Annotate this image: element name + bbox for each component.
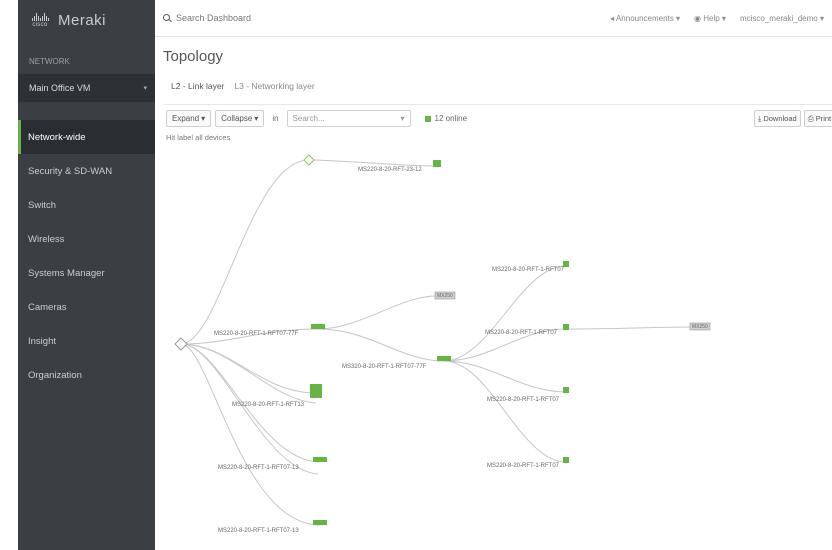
switch-node-icon[interactable] [313,457,327,462]
node-label: MS220-8-20-RFT-1-RFT13 [232,402,305,408]
page-title: Topology [163,48,224,65]
nav-item-switch[interactable]: Switch [18,188,155,222]
nav-item-security-sd-wan[interactable]: Security & SD-WAN [18,154,155,188]
online-status: 12 online [424,114,468,123]
in-label: in [272,114,279,123]
device-search-placeholder: Search... [292,114,325,123]
topology-caption: Hit label all devices [166,133,231,142]
main-nav: Network-wide Security & SD-WAN Switch Wi… [18,120,155,392]
cisco-logo-icon: cisco [28,11,52,29]
tab-l3-networking-layer[interactable]: L3 - Networking layer [234,81,314,91]
switch-node-icon[interactable] [563,387,569,393]
node-label: MS320-8-20-RFT-1-RFT07-77F [342,364,427,370]
print-button[interactable]: ⎙ Print [803,110,832,127]
nav-item-systems-manager[interactable]: Systems Manager [18,256,155,290]
help-icon: ◉ [694,13,704,23]
link [308,159,438,167]
node-label: MS220-8-20-RFT-1-RFT07-13 [218,465,299,471]
layer-tabs: L2 - Link layer L3 - Networking layer [171,81,315,91]
download-icon: ⤓ [758,113,762,123]
link [317,295,437,330]
switch-node-icon[interactable] [313,520,327,525]
link [443,265,567,362]
expand-button[interactable]: Expand ▾ [166,110,212,127]
link [565,326,701,330]
cloud-node-icon[interactable] [303,154,315,166]
download-button[interactable]: ⤓ Download [754,110,801,127]
print-icon: ⎙ [807,113,814,123]
node-label: MS220-8-20-RFT-1-RFT07 [487,397,560,403]
search-icon [163,13,172,23]
network-selector[interactable]: Main Office VM ▾ [18,74,155,102]
search-placeholder: Search Dashboard [176,13,252,23]
chevron-down-icon: ▾ [201,114,206,123]
search-dashboard[interactable]: Search Dashboard [163,13,251,23]
switch-node-icon[interactable] [311,324,325,329]
online-square-icon [424,115,431,122]
node-label: MS220-8-20-RFT-1-RFT07 [485,330,558,336]
topology-toolbar: Expand ▾ Collapse ▾ in Search... ▾ 12 onli… [166,110,467,127]
link [443,360,567,393]
cisco-logo-text: cisco [32,21,48,28]
nav-item-wireless[interactable]: Wireless [18,222,155,256]
node-label: MS220-8-20-RFT-1-RFT07 [492,267,565,273]
node-label: MS220-8-20-RFT-1-RFT07 [487,463,560,469]
link [180,159,310,345]
node-label: MS220-8-20-RFT-23-12 [358,167,422,173]
brand[interactable]: cisco Meraki [18,0,155,40]
top-right-menu: ◂ Announcements ▾ ◉ Help ▾ mcisco_meraki… [610,14,824,23]
switch-node-icon[interactable] [310,384,322,398]
chevron-down-icon: ▾ [400,114,405,123]
divider [163,104,832,105]
network-name: Main Office VM [29,83,91,93]
chevron-down-icon: ▾ [143,85,147,92]
nav-item-insight[interactable]: Insight [18,324,155,358]
announcements-menu[interactable]: ◂ Announcements ▾ [610,14,680,23]
nav-item-cameras[interactable]: Cameras [18,290,155,324]
network-label: NETWORK [29,57,70,66]
top-bar: Search Dashboard ◂ Announcements ▾ ◉ Hel… [155,0,832,37]
switch-node-icon[interactable] [563,324,569,330]
collapse-button[interactable]: Collapse ▾ [215,110,265,127]
root-node-icon[interactable] [174,337,188,351]
export-buttons: ⤓ Download ⎙ Print [754,110,832,127]
account-menu[interactable]: mcisco_meraki_demo ▾ [740,14,824,23]
switch-node-icon[interactable] [437,356,451,361]
node-label: MS220-8-20-RFT-1-RFT07-77F [214,331,299,337]
device-search-select[interactable]: Search... ▾ [286,110,411,127]
node-label: MX250 [437,293,453,299]
switch-node-icon[interactable] [563,457,569,463]
tab-l2-link-layer[interactable]: L2 - Link layer [171,81,224,91]
online-count: 12 online [434,114,468,123]
help-menu[interactable]: ◉ Help ▾ [694,14,726,23]
brand-name: Meraki [58,11,107,29]
nav-item-network-wide[interactable]: Network-wide [18,120,155,154]
link [317,328,445,362]
chevron-down-icon: ▾ [254,114,259,123]
node-label: MS220-8-20-RFT-1-RFT07-13 [218,528,299,534]
switch-node-icon[interactable] [433,160,441,167]
nav-item-organization[interactable]: Organization [18,358,155,392]
node-label: MX250 [692,324,708,330]
sidebar: cisco Meraki NETWORK Main Office VM ▾ Ne… [18,0,155,550]
link [180,343,319,475]
